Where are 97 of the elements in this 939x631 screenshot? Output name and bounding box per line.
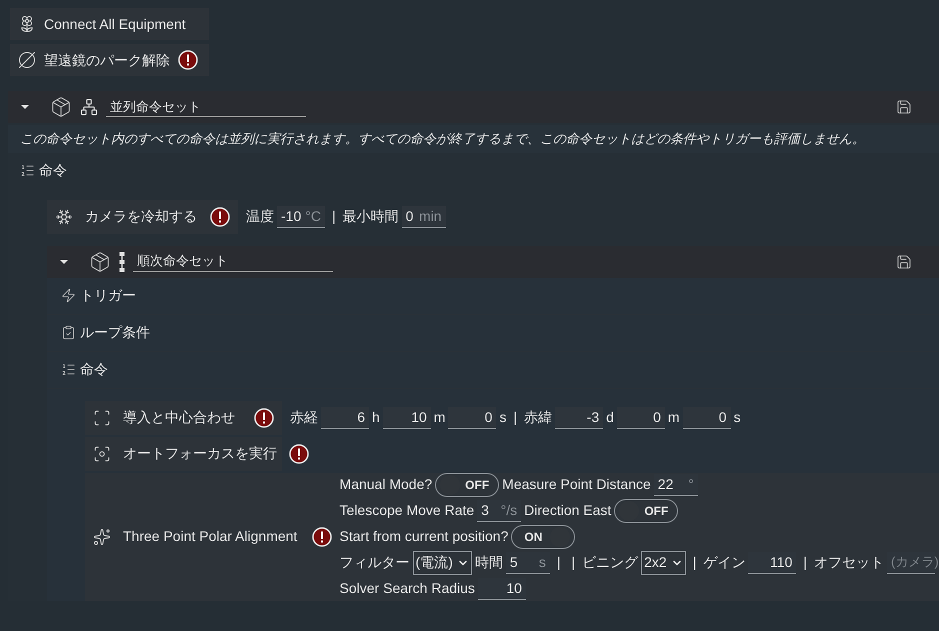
param-label: 時間 <box>474 553 503 572</box>
field-value: 0 <box>484 408 492 426</box>
field-unit: °C <box>305 206 321 226</box>
field-value: 0 <box>406 206 414 226</box>
input-field[interactable]: 0 min <box>402 206 446 228</box>
instruction-title: Three Point Polar Alignment <box>123 527 298 546</box>
instruction-card[interactable]: Connect All Equipment <box>10 8 209 40</box>
input-field[interactable]: 0 <box>616 406 665 428</box>
input-field[interactable]: 10 <box>382 406 431 428</box>
list-icon <box>20 163 35 178</box>
collapse-toggle-icon[interactable] <box>20 102 30 112</box>
param-label: d <box>606 408 614 427</box>
separator: | <box>570 553 576 572</box>
box-icon <box>89 250 111 272</box>
toggle-switch[interactable]: OFF <box>614 498 678 522</box>
toggle-label: OFF <box>643 502 670 520</box>
stars-icon <box>93 528 111 546</box>
toggle-switch[interactable]: ON <box>511 524 576 548</box>
param-label: s <box>734 408 741 427</box>
separator: | <box>330 207 337 226</box>
param-label: s <box>499 408 506 427</box>
box-icon <box>50 96 72 118</box>
field-value: 5 <box>510 552 519 572</box>
title-field[interactable]: 順次命令セット <box>133 251 333 272</box>
section-label: 命令 <box>39 161 67 180</box>
toggle-switch[interactable]: OFF <box>435 472 500 496</box>
hierarchy-icon <box>80 98 98 116</box>
sequence-icon <box>119 252 125 272</box>
param-label: h <box>372 408 380 427</box>
param-label: m <box>434 408 446 427</box>
focus-icon <box>93 444 111 462</box>
param-label: Measure Point Distance <box>502 475 651 494</box>
list-icon <box>61 362 76 377</box>
param-label: Manual Mode? <box>340 475 432 494</box>
field-value: 0 <box>718 408 727 426</box>
input-field[interactable]: 6 <box>321 406 369 428</box>
separator: | <box>556 553 562 572</box>
dropdown[interactable]: 2x2 <box>641 550 686 574</box>
field-value: 10 <box>410 408 427 426</box>
param-label: オフセット <box>814 553 884 572</box>
field-value: 0 <box>652 408 661 426</box>
save-icon[interactable] <box>896 99 912 115</box>
lightning-icon <box>61 288 76 303</box>
field-value: -3 <box>586 408 600 426</box>
dropdown-value: (電流) <box>416 553 453 572</box>
dropdown[interactable]: (電流) <box>412 550 472 574</box>
snowflake-icon <box>55 208 73 226</box>
instruction-title: Connect All Equipment <box>44 14 186 34</box>
instruction-title: 導入と中心合わせ <box>123 408 236 427</box>
instruction-title: オートフォーカスを実行 <box>123 444 277 463</box>
field-unit: s <box>538 552 546 572</box>
instruction-card[interactable]: 望遠鏡のパーク解除 <box>10 44 209 76</box>
param-label: Telescope Move Rate <box>340 501 474 520</box>
section-label: トリガー <box>80 286 136 305</box>
field-value: 3 <box>481 500 490 520</box>
field-unit: °/s <box>500 500 518 520</box>
field-value: 22 <box>658 474 674 494</box>
instruction-card[interactable]: 導入と中心合わせ <box>85 400 282 434</box>
field-unit: ° <box>688 474 694 494</box>
param-label: 温度 <box>246 207 274 226</box>
field-value: 10 <box>505 578 522 598</box>
toggle-label: OFF <box>464 476 490 494</box>
clipboard-check-icon <box>61 325 76 340</box>
scan-icon <box>93 408 111 426</box>
instruction-title: カメラを冷却する <box>85 207 198 226</box>
param-label: ゲイン <box>703 553 746 572</box>
separator: | <box>692 553 698 572</box>
instruction-title: 望遠鏡のパーク解除 <box>44 50 170 70</box>
set-description: この命令セット内のすべての命令は並列に実行されます。すべての命令が終了するまで、この命令セットはどの条件やトリガーも評価しません。 <box>8 125 939 152</box>
param-label: フィルター <box>340 553 410 572</box>
field-value: 110 <box>769 552 792 572</box>
separator: | <box>512 408 518 427</box>
section-label: 命令 <box>80 360 108 379</box>
param-label: Solver Search Radius <box>340 579 475 598</box>
save-icon[interactable] <box>896 254 912 270</box>
field-value: -10 <box>281 206 302 226</box>
toggle-label: ON <box>523 528 544 546</box>
field-unit: min <box>419 206 442 226</box>
input-field[interactable]: 0 <box>448 406 496 428</box>
separator: | <box>802 553 808 572</box>
instruction-card[interactable]: カメラを冷却する <box>47 200 238 234</box>
param-label: Direction East <box>524 501 612 520</box>
dropdown-value: 2x2 <box>644 553 667 572</box>
param-label: 赤緯 <box>524 408 552 427</box>
param-label: Start from current position? <box>340 527 508 546</box>
param-label: 赤経 <box>290 408 318 427</box>
instruction-card[interactable]: Three Point Polar Alignment <box>85 472 340 600</box>
input-field[interactable]: 0 <box>682 406 731 428</box>
circle-slash-icon <box>18 51 36 69</box>
section-label: ループ条件 <box>80 323 150 342</box>
param-label: 最小時間 <box>342 207 399 226</box>
input-field[interactable]: -3 <box>555 406 604 428</box>
field-value: 6 <box>356 408 365 426</box>
param-label: m <box>668 408 680 427</box>
input-field[interactable]: -10 °C <box>277 206 325 228</box>
param-label: ビニング <box>582 553 638 572</box>
title-field[interactable]: 並列命令セット <box>106 96 306 118</box>
